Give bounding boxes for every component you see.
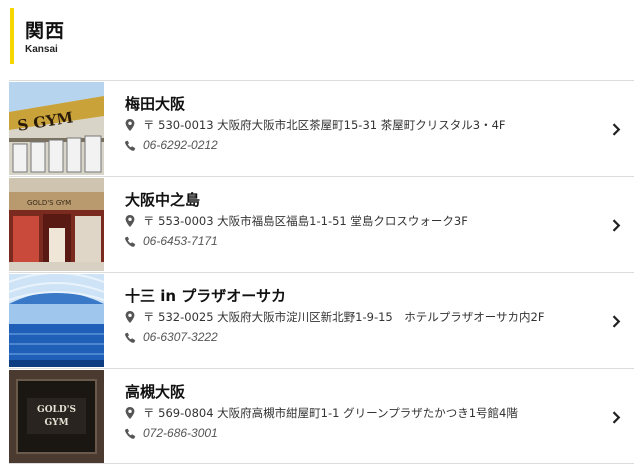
gym-name: 梅田大阪 [125, 95, 186, 113]
gym-photo: GOLD'S GYM [9, 178, 104, 271]
phone-icon [125, 235, 143, 247]
gym-phone[interactable]: 06-6292-0212 [143, 138, 218, 152]
location-pin-icon [125, 311, 143, 323]
gym-phone-row: 06-6307-3222 [125, 327, 594, 347]
gym-phone-row: 06-6453-7171 [125, 231, 594, 251]
gym-phone[interactable]: 072-686-3001 [143, 426, 218, 440]
chevron-right-icon[interactable] [608, 215, 624, 235]
gym-photo [9, 274, 104, 367]
gym-phone-row: 072-686-3001 [125, 423, 594, 443]
gym-address-row: 〒 553-0003 大阪市福島区福島1-1-51 堂島クロスウォーク3F [125, 211, 594, 231]
chevron-right-icon[interactable] [608, 119, 624, 139]
region-accent-bar [10, 8, 14, 64]
svg-text:GYM: GYM [44, 418, 68, 428]
gym-name: 大阪中之島 [125, 191, 201, 209]
gym-address-row: 〒 530-0013 大阪府大阪市北区茶屋町15-31 茶屋町クリスタル3・4F [125, 115, 594, 135]
gym-address: 〒 532-0025 大阪府大阪市淀川区新北野1-9-15 ホテルプラザオーサカ… [143, 310, 545, 324]
region-header: 関西 Kansai [10, 8, 310, 64]
gym-phone[interactable]: 06-6453-7171 [143, 234, 218, 248]
phone-icon [125, 139, 143, 151]
gym-photo: S GYM [9, 82, 104, 175]
gym-address-row: 〒 532-0025 大阪府大阪市淀川区新北野1-9-15 ホテルプラザオーサカ… [125, 307, 594, 327]
location-pin-icon [125, 215, 143, 227]
region-title: 関西 [25, 20, 66, 42]
gym-list-item[interactable]: 十三 in プラザオーサカ 〒 532-0025 大阪府大阪市淀川区新北野1-9… [9, 272, 634, 368]
gym-address: 〒 530-0013 大阪府大阪市北区茶屋町15-31 茶屋町クリスタル3・4F [143, 118, 506, 132]
gym-info: 大阪中之島 〒 553-0003 大阪市福島区福島1-1-51 堂島クロスウォー… [125, 189, 594, 251]
gym-name: 高槻大阪 [125, 383, 186, 401]
gym-address: 〒 553-0003 大阪市福島区福島1-1-51 堂島クロスウォーク3F [143, 214, 468, 228]
gym-phone[interactable]: 06-6307-3222 [143, 330, 218, 344]
gym-address: 〒 569-0804 大阪府高槻市紺屋町1-1 グリーンプラザたかつき1号館4階 [143, 406, 518, 420]
gym-address-row: 〒 569-0804 大阪府高槻市紺屋町1-1 グリーンプラザたかつき1号館4階 [125, 403, 594, 423]
location-pin-icon [125, 119, 143, 131]
gym-photo: GOLD'S GYM [9, 370, 104, 463]
phone-icon [125, 427, 143, 439]
chevron-right-icon[interactable] [608, 311, 624, 331]
gym-phone-row: 06-6292-0212 [125, 135, 594, 155]
gym-info: 梅田大阪 〒 530-0013 大阪府大阪市北区茶屋町15-31 茶屋町クリスタ… [125, 93, 594, 155]
gym-list-item[interactable]: GOLD'S GYM 高槻大阪 〒 569-0804 大阪府高槻市紺屋町1-1 … [9, 368, 634, 464]
gym-info: 十三 in プラザオーサカ 〒 532-0025 大阪府大阪市淀川区新北野1-9… [125, 285, 594, 347]
svg-text:GOLD'S GYM: GOLD'S GYM [27, 199, 71, 207]
location-pin-icon [125, 407, 143, 419]
gym-list: S GYM 梅田大阪 〒 530-0013 大阪府大阪市北区茶屋町15-31 茶… [9, 80, 634, 464]
chevron-right-icon[interactable] [608, 407, 624, 427]
gym-list-item[interactable]: GOLD'S GYM 大阪中之島 〒 553-0003 大阪市福島区福島1-1-… [9, 176, 634, 272]
gym-name: 十三 in プラザオーサカ [125, 287, 286, 305]
gym-list-item[interactable]: S GYM 梅田大阪 〒 530-0013 大阪府大阪市北区茶屋町15-31 茶… [9, 80, 634, 176]
svg-text:GOLD'S: GOLD'S [37, 405, 76, 415]
gym-info: 高槻大阪 〒 569-0804 大阪府高槻市紺屋町1-1 グリーンプラザたかつき… [125, 381, 594, 443]
phone-icon [125, 331, 143, 343]
region-subtitle: Kansai [25, 44, 58, 55]
